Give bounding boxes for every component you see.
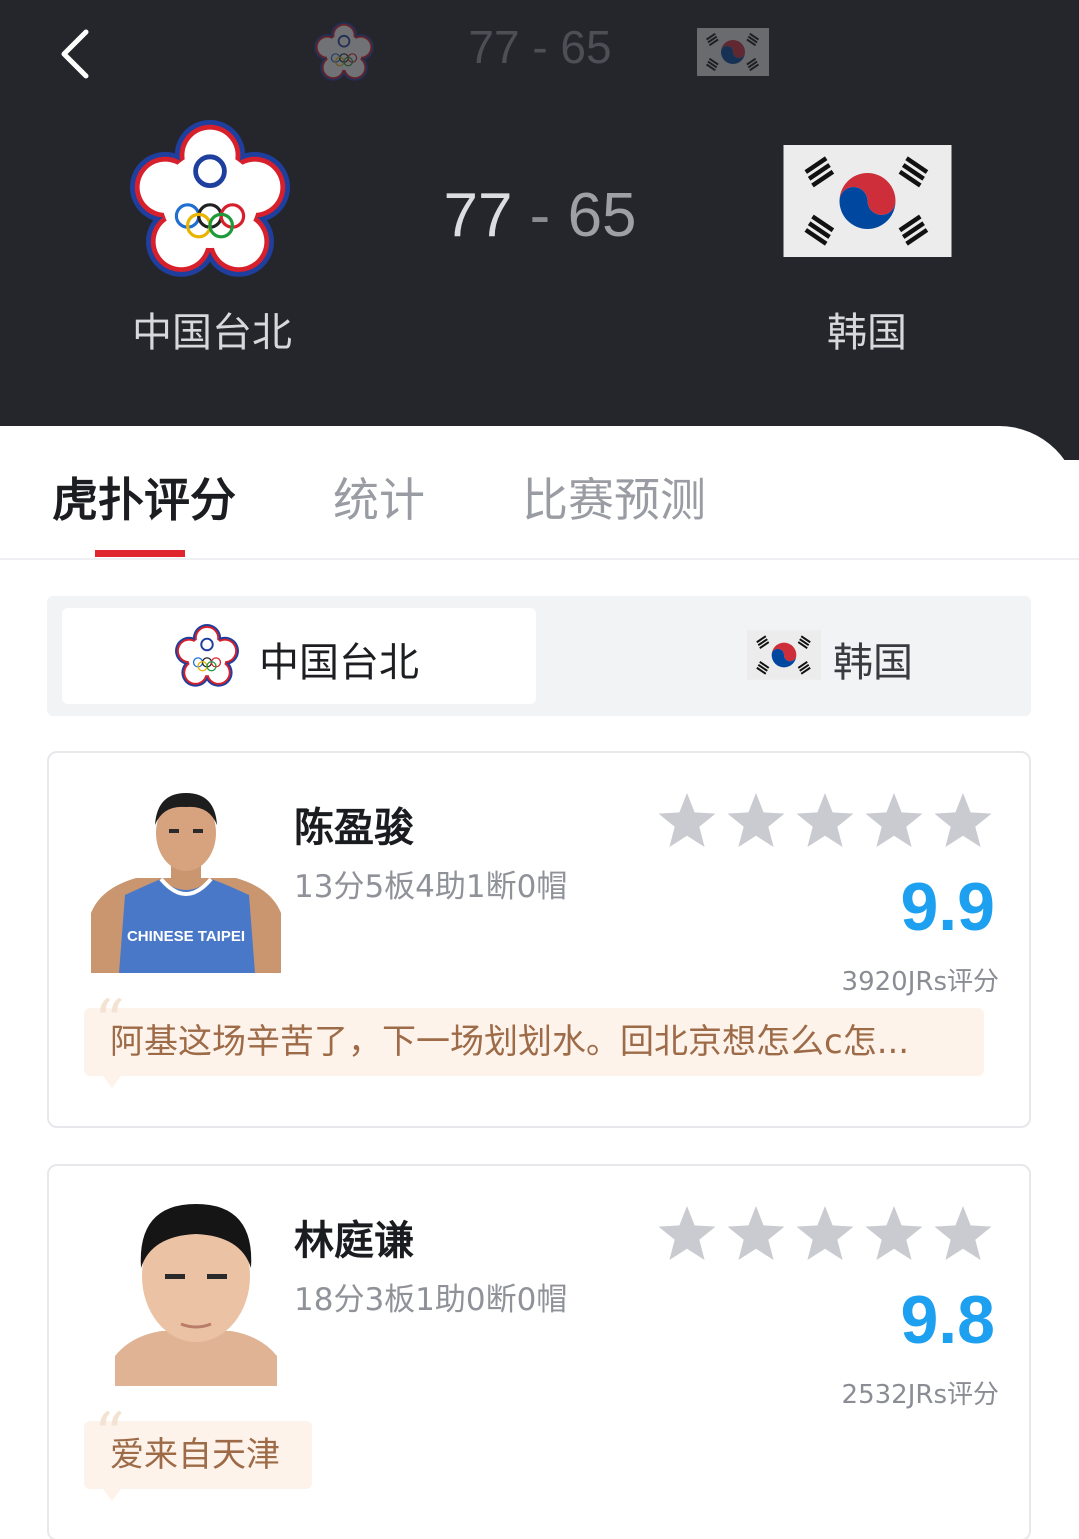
star-icon (865, 1206, 923, 1260)
mini-chinese-taipei-emblem-icon (314, 22, 374, 82)
comment-tail (100, 1072, 124, 1088)
top-comment-text: 爱来自天津 (110, 1435, 280, 1475)
back-chevron-icon (61, 29, 89, 79)
back-button[interactable] (50, 22, 106, 86)
mini-score: 77 - 65 (468, 21, 612, 73)
match-header: 77 - 65 中国台北 77 - 65 韩国 (0, 0, 1079, 460)
rating-stars[interactable] (657, 791, 997, 851)
score-separator: - (529, 181, 551, 250)
away-team-name[interactable]: 韩国 (747, 300, 987, 358)
player-card[interactable]: CHINESE TAIPEI 陈盈骏 13分5板4助1断0帽 9.9 3920J… (47, 751, 1031, 1128)
star-icon (796, 1206, 854, 1260)
star-icon (934, 793, 992, 847)
tab-hupu-rating[interactable]: 虎扑评分 (52, 464, 236, 530)
top-comment[interactable]: “ 爱来自天津 (84, 1405, 312, 1501)
tab-statistics[interactable]: 统计 (333, 464, 425, 530)
player-name: 林庭谦 (294, 1218, 414, 1264)
chinese-taipei-emblem-icon[interactable] (130, 120, 290, 280)
match-score: 77 - 65 (400, 180, 680, 251)
star-icon (934, 1206, 992, 1260)
top-comment[interactable]: “ 阿基这场辛苦了，下一场划划水。回北京想怎么c怎... (84, 992, 984, 1088)
team-switch-home-label: 中国台北 (259, 640, 419, 686)
team-switch-away-label: 韩国 (833, 640, 913, 686)
star-icon (658, 793, 716, 847)
away-score: 65 (567, 181, 637, 250)
home-team-name[interactable]: 中国台北 (92, 300, 332, 358)
team-switch-away[interactable]: 韩国 (547, 608, 1021, 704)
rating-stars[interactable] (657, 1204, 997, 1264)
player-stats: 18分3板1助0断0帽 (294, 1282, 568, 1318)
mini-korea-flag-icon (697, 28, 769, 76)
active-tab-indicator (95, 550, 185, 557)
player-avatar (101, 1196, 291, 1386)
top-comment-text: 阿基这场辛苦了，下一场划划水。回北京想怎么c怎... (110, 1022, 910, 1062)
home-score: 77 (443, 181, 513, 250)
rating-votes: 3920JRs评分 (841, 967, 999, 997)
star-icon (727, 793, 785, 847)
chinese-taipei-emblem-icon (175, 624, 239, 688)
player-rating: 9.8 (900, 1282, 995, 1358)
star-icon (796, 793, 854, 847)
korea-flag-icon (747, 630, 821, 680)
player-avatar: CHINESE TAIPEI (91, 783, 281, 973)
rating-votes: 2532JRs评分 (841, 1380, 999, 1410)
star-icon (727, 1206, 785, 1260)
tab-match-prediction[interactable]: 比赛预测 (522, 464, 706, 530)
content-panel: 虎扑评分 统计 比赛预测 中国台北 韩国 CHINESE TAIPEI 陈盈骏 … (0, 426, 1079, 1539)
player-stats: 13分5板4助1断0帽 (294, 869, 568, 905)
team-switch: 中国台北 韩国 (47, 596, 1031, 716)
star-icon (865, 793, 923, 847)
team-switch-home[interactable]: 中国台北 (62, 608, 536, 704)
comment-tail (100, 1485, 124, 1501)
korea-flag-icon[interactable] (783, 145, 952, 257)
player-name: 陈盈骏 (294, 805, 414, 851)
player-rating: 9.9 (900, 869, 995, 945)
tab-bar: 虎扑评分 统计 比赛预测 (0, 426, 1079, 560)
jersey-text: CHINESE TAIPEI (127, 928, 245, 945)
player-card[interactable]: 林庭谦 18分3板1助0断0帽 9.8 2532JRs评分 “ 爱来自天津 (47, 1164, 1031, 1539)
star-icon (658, 1206, 716, 1260)
